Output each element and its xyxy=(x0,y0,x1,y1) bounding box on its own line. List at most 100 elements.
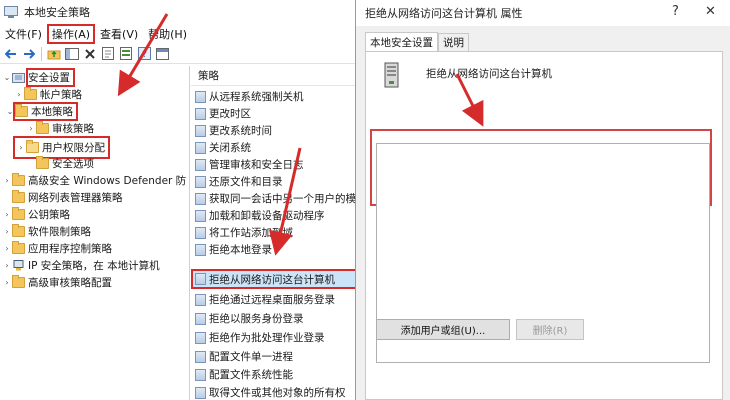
tab-explain[interactable]: 说明 xyxy=(438,33,469,51)
policy-row-label: 关闭系统 xyxy=(209,142,251,154)
tree-item-security-settings[interactable]: ⌄ 安全设置 xyxy=(2,68,75,87)
server-policy-icon xyxy=(384,62,399,88)
policy-icon xyxy=(195,386,206,399)
tree-item-audit-policy[interactable]: › 审核策略 xyxy=(26,120,94,137)
policy-row[interactable]: 管理审核和安全日志 xyxy=(191,156,360,173)
tree-item-label: IP 安全策略，在 本地计算机 xyxy=(28,260,160,272)
expand-chevron-icon[interactable]: › xyxy=(14,90,24,99)
policy-row-label: 管理审核和安全日志 xyxy=(209,159,304,171)
expand-chevron-icon[interactable]: › xyxy=(26,124,36,133)
expand-chevron-icon[interactable]: ⌄ xyxy=(2,73,12,82)
policy-row[interactable]: 加载和卸载设备驱动程序 xyxy=(191,207,360,224)
tree-item-label: 应用程序控制策略 xyxy=(28,243,112,255)
add-user-or-group-button[interactable]: 添加用户或组(U)... xyxy=(376,319,510,340)
policy-row[interactable]: 还原文件和目录 xyxy=(191,173,360,190)
tree-item-label: 网络列表管理器策略 xyxy=(28,192,123,204)
policy-icon xyxy=(195,158,206,171)
menu-action[interactable]: 操作(A) xyxy=(46,24,96,44)
menu-help[interactable]: 帮助(H) xyxy=(143,24,192,44)
svg-text:?: ? xyxy=(142,50,147,60)
policy-icon xyxy=(195,368,206,381)
forward-arrow-icon[interactable] xyxy=(20,45,38,62)
policy-row-label: 从远程系统强制关机 xyxy=(209,91,304,103)
policy-row-label: 拒绝从网络访问这台计算机 xyxy=(209,273,335,286)
policy-row[interactable]: 配置文件单一进程 xyxy=(191,348,360,365)
tree-item-application-control[interactable]: › 应用程序控制策略 xyxy=(2,240,112,257)
policy-row[interactable]: 从远程系统强制关机 xyxy=(191,88,360,105)
help-icon[interactable]: ? xyxy=(135,45,153,62)
folder-icon xyxy=(12,241,25,254)
policy-row[interactable]: 关闭系统 xyxy=(191,139,360,156)
tree-item-windows-defender-firewall[interactable]: › 高级安全 Windows Defender 防 xyxy=(2,172,186,189)
policy-row[interactable]: 拒绝通过远程桌面服务登录 xyxy=(191,291,360,308)
folder-icon xyxy=(15,104,28,117)
tree-item-label: 公钥策略 xyxy=(28,209,70,221)
policy-icon xyxy=(195,107,206,120)
policy-row[interactable]: 将工作站添加到域 xyxy=(191,224,360,241)
tree-item-label: 软件限制策略 xyxy=(28,226,91,238)
up-folder-icon[interactable] xyxy=(45,45,63,62)
expand-chevron-icon[interactable]: › xyxy=(16,143,26,152)
expand-chevron-icon[interactable]: › xyxy=(2,244,12,253)
tree-item-label: 审核策略 xyxy=(52,123,94,135)
policy-icon xyxy=(195,90,206,103)
policy-row[interactable]: 取得文件或其他对象的所有权 xyxy=(191,384,360,400)
tree-item-software-restriction[interactable]: › 软件限制策略 xyxy=(2,223,91,240)
dialog-tabs: 本地安全设置 说明 xyxy=(365,32,469,51)
tree-item-public-key-policies[interactable]: › 公钥策略 xyxy=(2,206,70,223)
dialog-help-button[interactable]: ? xyxy=(672,4,679,19)
tree-pane: ⌄ 安全设置 › 帐户策略 ⌄ 本地策略 › 审核策略 › 用户权限分配 安全选… xyxy=(0,66,190,400)
policy-name: 拒绝从网络访问这台计算机 xyxy=(426,68,552,80)
properties-dialog: 拒绝从网络访问这台计算机 属性 ? ✕ 本地安全设置 说明 拒绝从网络访问这台计… xyxy=(355,0,730,400)
expand-chevron-icon[interactable]: › xyxy=(2,278,12,287)
menu-bar: 文件(F) 操作(A) 查看(V) 帮助(H) xyxy=(0,24,359,44)
tree-item-local-policies[interactable]: ⌄ 本地策略 xyxy=(5,102,78,121)
expand-chevron-icon[interactable]: › xyxy=(2,176,12,185)
policy-row-label: 拒绝本地登录 xyxy=(209,244,272,256)
expand-chevron-icon[interactable]: › xyxy=(2,210,12,219)
policy-row[interactable]: 拒绝本地登录 xyxy=(191,241,360,258)
menu-view[interactable]: 查看(V) xyxy=(95,24,143,44)
policy-icon xyxy=(195,243,206,256)
tree-item-label: 安全选项 xyxy=(52,158,94,170)
menu-file[interactable]: 文件(F) xyxy=(0,24,47,44)
policy-row[interactable]: 拒绝以服务身份登录 xyxy=(191,310,360,327)
tree-item-account-policies[interactable]: › 帐户策略 xyxy=(14,86,82,103)
back-arrow-icon[interactable] xyxy=(2,45,20,62)
tree-item-label: 帐户策略 xyxy=(40,89,82,101)
policy-row[interactable]: 更改系统时间 xyxy=(191,122,360,139)
policy-row[interactable]: 更改时区 xyxy=(191,105,360,122)
policy-icon xyxy=(195,350,206,363)
policy-row[interactable]: 拒绝作为批处理作业登录 xyxy=(191,329,360,346)
console-icon[interactable] xyxy=(153,45,171,62)
policy-row-label: 获取同一会话中另一个用户的模 xyxy=(209,193,356,205)
ip-security-icon xyxy=(13,260,24,271)
policy-icon xyxy=(195,175,206,188)
policy-row[interactable]: 配置文件系统性能 xyxy=(191,366,360,383)
tab-local-security-setting[interactable]: 本地安全设置 xyxy=(365,32,438,51)
expand-chevron-icon[interactable]: ⌄ xyxy=(5,107,15,116)
show-hide-tree-icon[interactable] xyxy=(63,45,81,62)
export-list-icon[interactable] xyxy=(117,45,135,62)
dialog-titlebar: 拒绝从网络访问这台计算机 属性 ? ✕ xyxy=(356,0,730,26)
policy-row-label: 取得文件或其他对象的所有权 xyxy=(209,387,346,399)
policy-icon xyxy=(195,124,206,137)
dialog-close-button[interactable]: ✕ xyxy=(705,4,716,19)
properties-icon[interactable] xyxy=(99,45,117,62)
tree-item-ip-security[interactable]: › IP 安全策略，在 本地计算机 xyxy=(2,257,160,274)
policy-row-selected[interactable]: 拒绝从网络访问这台计算机 xyxy=(191,269,360,289)
column-header-policy[interactable]: 策略 xyxy=(191,66,360,86)
tree-item-advanced-audit[interactable]: › 高级审核策略配置 xyxy=(2,274,112,291)
policy-row[interactable]: 获取同一会话中另一个用户的模 xyxy=(191,190,360,207)
expand-chevron-icon[interactable]: › xyxy=(2,261,12,270)
policy-row-label: 更改系统时间 xyxy=(209,125,272,137)
folder-icon xyxy=(12,207,25,220)
tree-item-security-options[interactable]: 安全选项 xyxy=(26,155,94,172)
expand-chevron-icon[interactable]: › xyxy=(2,227,12,236)
remove-button[interactable]: 删除(R) xyxy=(516,319,584,340)
policy-icon xyxy=(195,226,206,239)
delete-icon[interactable] xyxy=(81,45,99,62)
policy-icon xyxy=(195,209,206,222)
tree-item-network-list-manager[interactable]: 网络列表管理器策略 xyxy=(2,189,123,206)
folder-icon xyxy=(12,190,25,203)
